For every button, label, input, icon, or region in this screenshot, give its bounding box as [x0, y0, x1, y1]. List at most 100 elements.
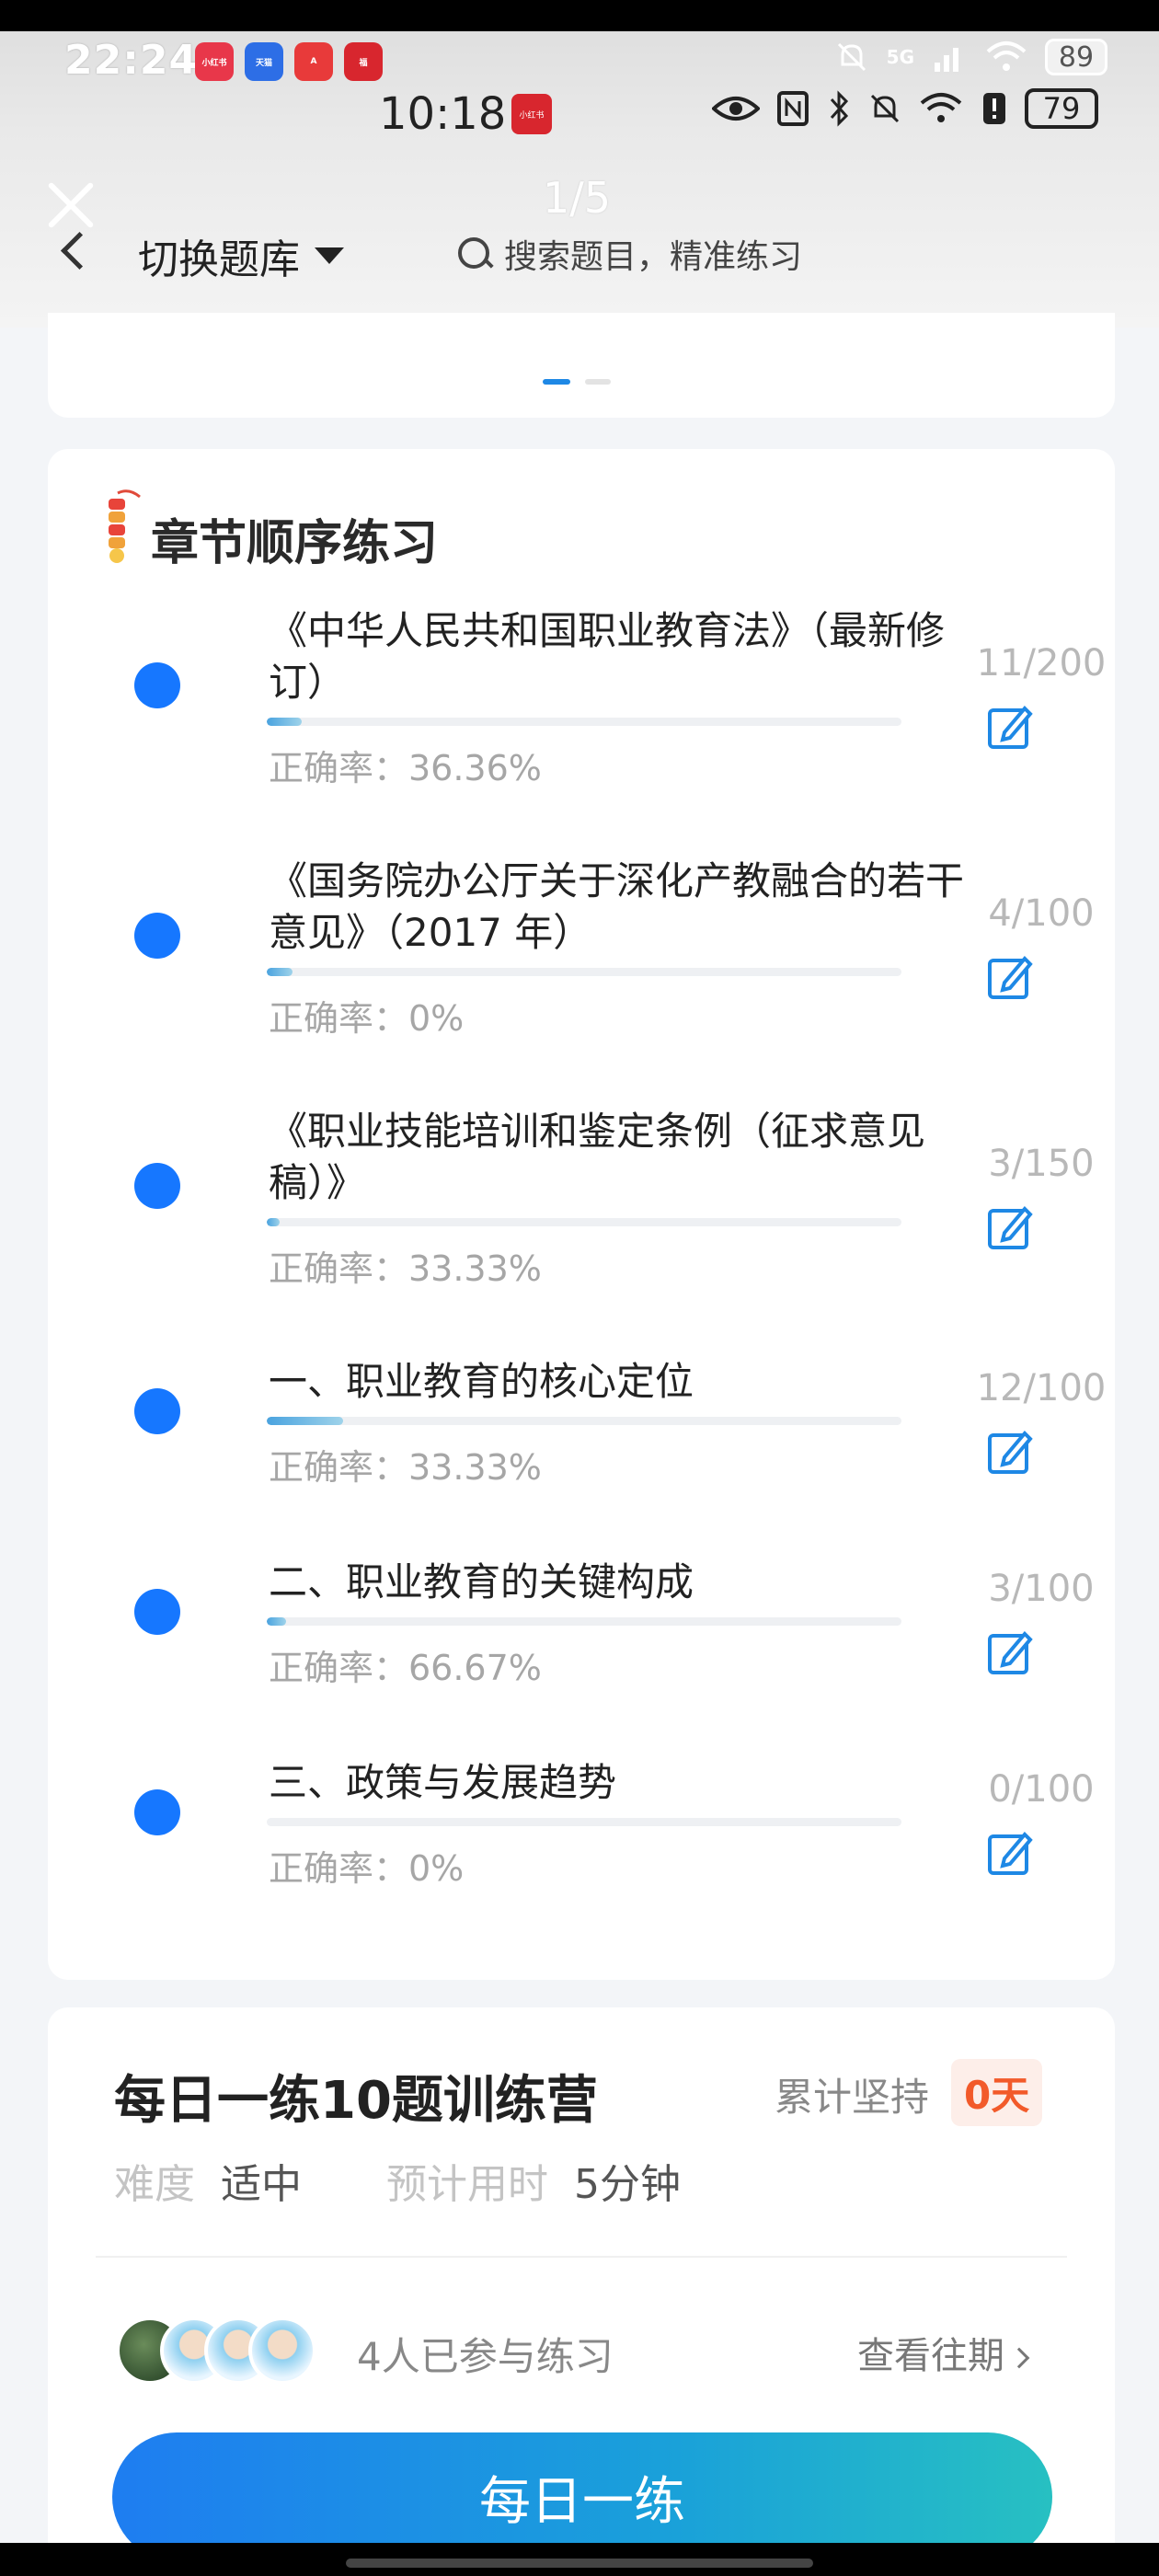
inner-status-right-icons: 79	[712, 88, 1098, 129]
chapter-bullet	[134, 662, 180, 708]
persist-label: 累计坚持	[775, 2075, 930, 2120]
chapter-item-title: 《国务院办公厅关于深化产教融合的若干意见》（2017 年）	[269, 858, 965, 955]
chapter-item-title: 《中华人民共和国职业教育法》（最新修订）	[269, 608, 946, 705]
bluetooth-icon	[830, 90, 849, 127]
chapter-bullet	[134, 1789, 180, 1835]
edit-icon[interactable]	[984, 1827, 1036, 1879]
wifi-icon	[986, 41, 1027, 71]
chapter-item-title: 《职业技能培训和鉴定条例（征求意见稿）》	[269, 1109, 926, 1205]
firecracker-icon	[109, 489, 141, 563]
chapter-item-title: 一、职业教育的核心定位	[269, 1359, 694, 1404]
difficulty-info: 难度 适中	[114, 2151, 302, 2210]
home-indicator[interactable]	[346, 2559, 813, 2568]
carousel-dot[interactable]	[585, 379, 611, 385]
question-count: 11/200	[976, 642, 1107, 684]
question-count: 3/100	[988, 1568, 1095, 1610]
xiaohongshu-app-icon: 小红书	[195, 42, 234, 81]
back-button[interactable]	[55, 230, 92, 276]
progress-bar-fill	[267, 1617, 286, 1626]
history-link[interactable]: 查看往期	[857, 2326, 1030, 2379]
progress-bar	[267, 1417, 901, 1425]
chapter-bullet	[134, 1388, 180, 1434]
chapter-item-1[interactable]: 《中华人民共和国职业教育法》（最新修订） 正确率：36.36% 11/200	[48, 605, 1115, 808]
accuracy-rate: 正确率：33.33%	[269, 1248, 542, 1289]
progress-bar	[267, 1218, 901, 1226]
question-count: 12/100	[976, 1367, 1107, 1409]
chevron-right-icon	[1008, 2347, 1030, 2369]
inner-status-bar: 10:18 小红书 79	[0, 88, 1159, 144]
banner-card	[48, 313, 1115, 418]
chapter-bullet	[134, 913, 180, 959]
progress-bar	[267, 718, 901, 726]
chapter-bullet	[134, 1589, 180, 1635]
progress-bar-fill	[267, 718, 302, 726]
progress-bar-fill	[267, 968, 293, 976]
edit-icon[interactable]	[984, 1426, 1036, 1478]
question-count: 4/100	[988, 892, 1095, 935]
search-placeholder: 搜索题目，精准练习	[504, 238, 803, 276]
caret-down-icon	[315, 247, 344, 264]
progress-bar	[267, 1818, 901, 1826]
question-count: 0/100	[988, 1768, 1095, 1811]
avatar	[248, 2317, 316, 2385]
history-link-label: 查看往期	[857, 2335, 1004, 2377]
carousel-indicator	[543, 379, 611, 385]
search-input[interactable]: 搜索题目，精准练习	[432, 219, 1113, 289]
chapter-item-4[interactable]: 一、职业教育的核心定位 正确率：33.33% 12/100	[48, 1356, 1115, 1522]
edit-icon[interactable]	[984, 1627, 1036, 1678]
notification-app-icons: 小红书 天猫 A 福	[195, 42, 383, 81]
chapter-practice-card: 章节顺序练习 《中华人民共和国职业教育法》（最新修订） 正确率：36.36% 1…	[48, 449, 1115, 1980]
eye-icon	[712, 97, 760, 121]
participant-avatars	[116, 2317, 355, 2385]
tmall-app-icon: 天猫	[245, 42, 283, 81]
xiaohongshu-notification-icon: 小红书	[511, 94, 552, 134]
chapter-item-6[interactable]: 三、政策与发展趋势 正确率：0% 0/100	[48, 1757, 1115, 1923]
wifi-dark-icon	[920, 93, 962, 122]
carousel-dot-active[interactable]	[543, 379, 570, 385]
chapter-item-2[interactable]: 《国务院办公厅关于深化产教融合的若干意见》（2017 年） 正确率：0% 4/1…	[48, 856, 1115, 1058]
inner-battery-level: 79	[1025, 88, 1098, 129]
a-app-icon: A	[294, 42, 333, 81]
search-icon	[456, 236, 493, 272]
signal-icon	[935, 48, 958, 72]
difficulty-label: 难度	[114, 2161, 195, 2208]
accuracy-rate: 正确率：66.67%	[269, 1648, 542, 1688]
switch-label: 切换题库	[138, 236, 300, 283]
status-bar-background	[0, 0, 1159, 31]
edit-icon[interactable]	[984, 1202, 1036, 1253]
chapter-item-title: 二、职业教育的关键构成	[269, 1559, 694, 1604]
daily-camp-title: 每日一练10题训练营	[114, 2071, 598, 2131]
fu-app-icon: 福	[344, 42, 383, 81]
time-value: 5分钟	[574, 2161, 681, 2208]
accuracy-rate: 正确率：33.33%	[269, 1447, 542, 1488]
difficulty-value: 适中	[221, 2161, 302, 2208]
status-time: 22:24	[64, 37, 199, 84]
mute-bell-icon	[837, 42, 866, 72]
switch-question-bank-button[interactable]: 切换题库	[138, 226, 344, 285]
accuracy-rate: 正确率：0%	[269, 998, 465, 1039]
daily-practice-card: 每日一练10题训练营 累计坚持 0天 难度 适中 预计用时 5分钟 4人已参与练…	[48, 2007, 1115, 2576]
divider	[96, 2256, 1067, 2258]
participants-count: 4人已参与练习	[357, 2334, 614, 2379]
edit-icon[interactable]	[984, 951, 1036, 1003]
progress-bar	[267, 968, 901, 976]
chapter-section-title: 章节顺序练习	[151, 516, 439, 571]
status-right-icons: 5G 89	[833, 39, 1107, 75]
chapter-item-5[interactable]: 二、职业教育的关键构成 正确率：66.67% 3/100	[48, 1557, 1115, 1722]
accuracy-rate: 正确率：36.36%	[269, 748, 542, 788]
network-type: 5G	[886, 46, 914, 68]
progress-bar	[267, 1617, 901, 1626]
chapter-item-3[interactable]: 《职业技能培训和鉴定条例（征求意见稿）》 正确率：33.33% 3/150	[48, 1106, 1115, 1308]
daily-practice-button[interactable]: 每日一练	[112, 2432, 1052, 2561]
progress-bar-fill	[267, 1417, 343, 1425]
time-info: 预计用时 5分钟	[386, 2151, 681, 2210]
time-label: 预计用时	[386, 2161, 548, 2208]
mute-icon	[870, 94, 900, 123]
battery-level: 89	[1045, 39, 1107, 75]
inner-status-time: 10:18	[379, 88, 507, 140]
image-pager: 1/5	[543, 173, 612, 223]
chapter-item-title: 三、政策与发展趋势	[269, 1760, 617, 1805]
chapter-bullet	[134, 1163, 180, 1209]
close-icon[interactable]	[40, 175, 101, 236]
edit-icon[interactable]	[984, 701, 1036, 753]
